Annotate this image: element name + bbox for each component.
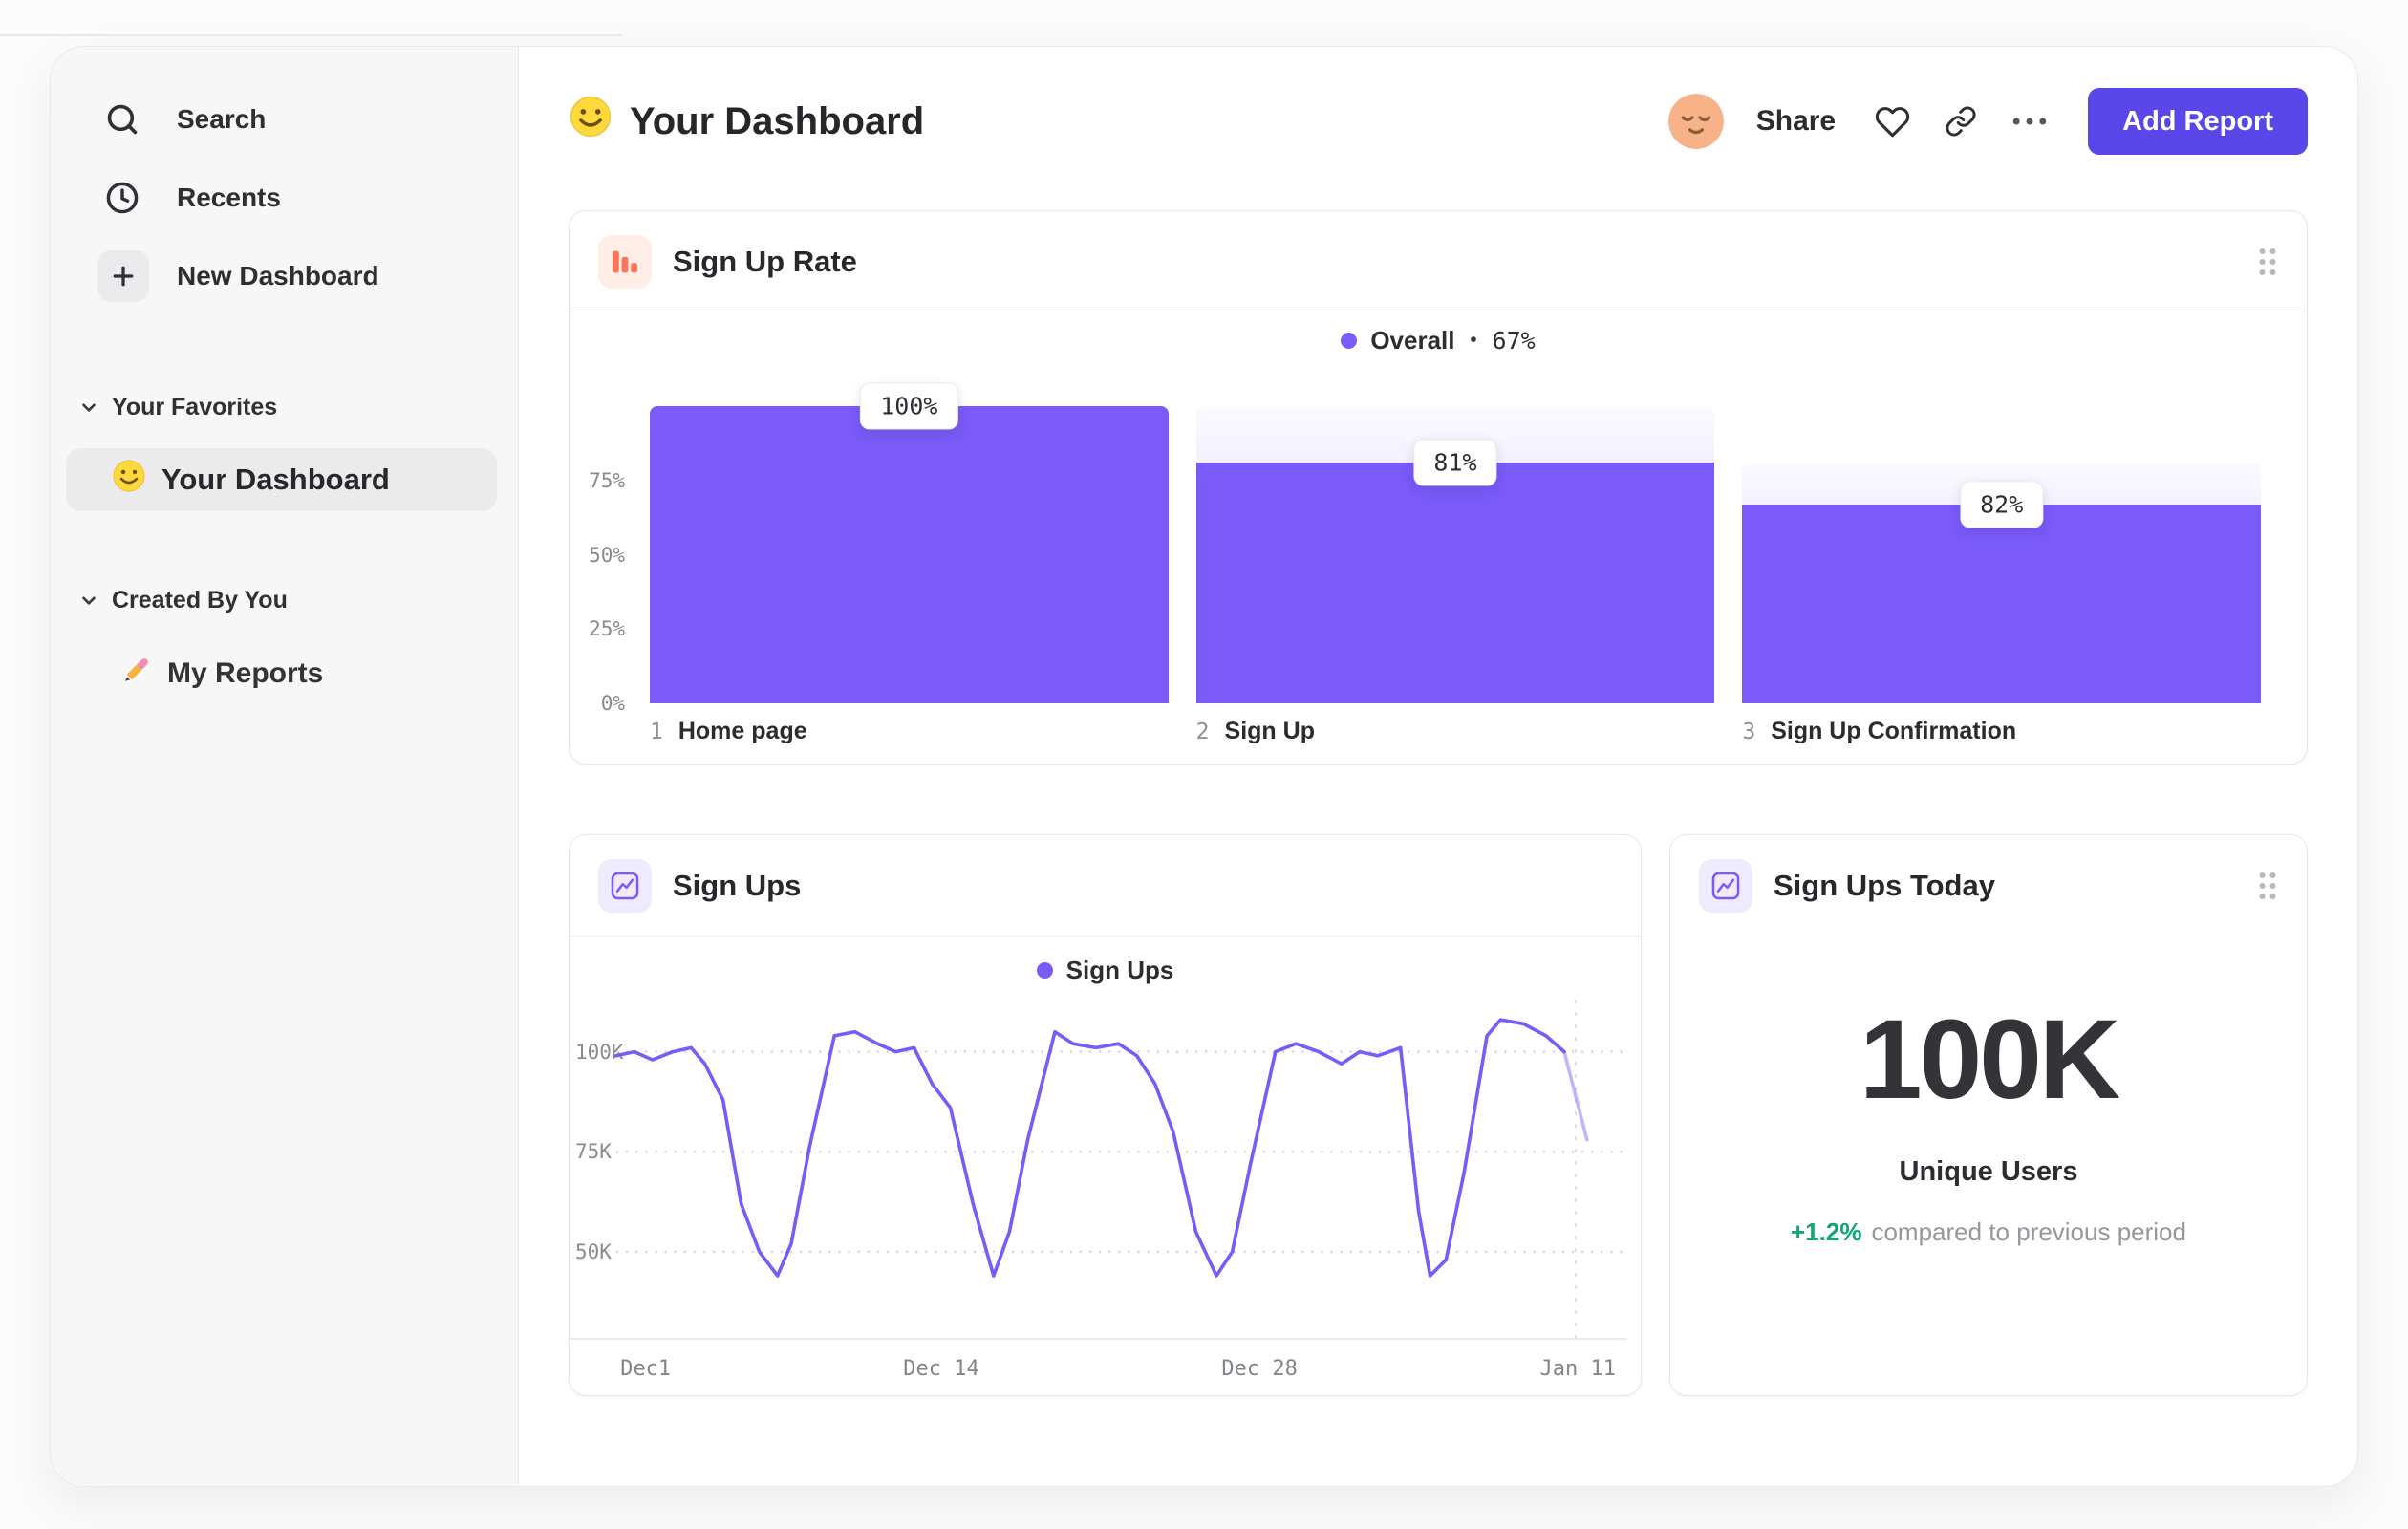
card-title: Sign Ups Today — [1774, 869, 1995, 902]
avatar[interactable] — [1667, 94, 1724, 149]
line-legend[interactable]: Sign Ups — [570, 956, 1641, 985]
funnel-columns: 100% 81% 82% — [650, 382, 2262, 703]
big-number-value: 100K — [1859, 997, 2120, 1123]
conversion-badge: 82% — [1960, 481, 2044, 528]
funnel-step-label: 3 Sign Up Confirmation — [1742, 718, 2017, 744]
line-chart-icon — [598, 858, 652, 913]
smiley-emoji-icon — [112, 459, 146, 501]
card-sign-up-rate: Sign Up Rate Overall • 67% 75% 50% 25% 0% 1… — [569, 210, 2308, 764]
card-sign-ups-today: Sign Ups Today 100K Unique Users +1.2% co… — [1669, 834, 2308, 1396]
funnel-legend[interactable]: Overall • 67% — [570, 326, 2307, 355]
section-header-created-by-you[interactable]: Created By You — [51, 584, 518, 616]
legend-value: 67% — [1492, 327, 1536, 355]
y-axis-tick: 75% — [589, 468, 625, 492]
sidebar-item-label: Your Dashboard — [161, 463, 390, 496]
big-number-delta: +1.2% compared to previous period — [1670, 1217, 2307, 1247]
search-icon — [104, 101, 140, 138]
plus-icon — [97, 250, 149, 302]
more-options-icon[interactable] — [2011, 103, 2048, 140]
card-title: Sign Up Rate — [673, 244, 857, 278]
legend-series: Overall — [1370, 326, 1455, 355]
funnel-bar[interactable]: 81% — [1195, 406, 1715, 703]
card-sign-ups: Sign Ups Sign Ups 100K 75K 50K Dec1 Dec 14 D… — [569, 834, 1642, 1396]
x-axis-tick: Dec1 — [620, 1357, 672, 1381]
line-chart-area: 100K 75K 50K Dec1 Dec 14 Dec 28 Jan 11 — [570, 996, 1627, 1382]
window-edge-line — [0, 34, 621, 36]
x-axis-tick: Dec 14 — [903, 1357, 979, 1381]
sidebar-item-label: Search — [177, 104, 267, 134]
funnel-step-label: 1 Home page — [650, 718, 807, 744]
pencil-emoji-icon — [119, 654, 152, 694]
sidebar-item-recents[interactable]: Recents — [51, 171, 518, 225]
sidebar-item-your-dashboard[interactable]: Your Dashboard — [66, 448, 497, 511]
section-your-favorites: Your Favorites Your Dashboard — [51, 391, 518, 511]
delta-note: compared to previous period — [1871, 1217, 2186, 1246]
sidebar-item-new-dashboard[interactable]: New Dashboard — [51, 249, 518, 303]
line-chart-icon — [1699, 859, 1752, 913]
add-report-button[interactable]: Add Report — [2088, 88, 2308, 155]
legend-dot — [1036, 962, 1053, 979]
chevron-down-icon — [77, 396, 100, 419]
heart-icon[interactable] — [1874, 103, 1910, 140]
line-plot[interactable]: 100K 75K 50K — [570, 996, 1627, 1340]
drag-handle-icon[interactable] — [2257, 871, 2278, 901]
y-axis-tick: 50% — [589, 543, 625, 567]
smiley-emoji-icon — [569, 95, 613, 148]
sidebar-item-label: Recents — [177, 183, 281, 212]
app-window: Search Recents New Dashboard Your Favori… — [50, 46, 2358, 1487]
y-axis-tick: 25% — [589, 617, 625, 641]
legend-series: Sign Ups — [1065, 956, 1174, 984]
drag-handle-icon[interactable] — [2257, 247, 2278, 277]
x-axis-tick: Dec 28 — [1221, 1357, 1298, 1381]
line-x-labels: Dec1 Dec 14 Dec 28 Jan 11 — [570, 1351, 1627, 1382]
cards-row: Sign Ups Sign Ups 100K 75K 50K Dec1 Dec 14 D… — [569, 834, 2308, 1396]
legend-dot — [1341, 333, 1358, 349]
section-label: Created By You — [112, 586, 288, 614]
share-button[interactable]: Share — [1756, 105, 1836, 138]
card-header: Sign Up Rate — [570, 211, 2307, 312]
sidebar-item-label: My Reports — [167, 657, 324, 689]
y-axis-tick: 0% — [600, 692, 625, 715]
dashboard-header: Your Dashboard Share Add Report — [569, 87, 2308, 156]
sidebar: Search Recents New Dashboard Your Favori… — [51, 47, 519, 1486]
funnel-step-label: 2 Sign Up — [1195, 718, 1315, 744]
funnel-bar[interactable]: 82% — [1742, 406, 2262, 703]
conversion-badge: 81% — [1413, 439, 1497, 486]
header-controls: Share Add Report — [1667, 88, 2308, 155]
main-content: Your Dashboard Share Add Report Sign Up … — [519, 47, 2357, 1486]
delta-percent: +1.2% — [1791, 1217, 1862, 1246]
section-header-your-favorites[interactable]: Your Favorites — [51, 391, 518, 423]
funnel-chart-icon — [598, 234, 652, 289]
big-number-label: Unique Users — [1899, 1156, 2078, 1187]
legend-separator: • — [1470, 330, 1477, 351]
page-title: Your Dashboard — [569, 95, 924, 148]
funnel-bar[interactable]: 100% — [650, 382, 1169, 703]
x-axis-tick: Jan 11 — [1539, 1357, 1617, 1381]
card-header: Sign Ups Today — [1670, 835, 2307, 937]
card-header: Sign Ups — [570, 835, 1641, 937]
sidebar-item-my-reports[interactable]: My Reports — [66, 651, 497, 697]
link-icon[interactable] — [1943, 103, 1979, 140]
sidebar-item-label: New Dashboard — [177, 261, 379, 291]
chevron-down-icon — [77, 589, 100, 612]
sidebar-item-search[interactable]: Search — [51, 93, 518, 146]
conversion-badge: 100% — [860, 382, 958, 430]
clock-icon — [104, 180, 140, 216]
section-created-by-you: Created By You My Reports — [51, 584, 518, 697]
card-title: Sign Ups — [673, 868, 802, 902]
funnel-x-labels: 1 Home page 2 Sign Up 3 Sign Up Confirmation — [650, 718, 2261, 745]
section-label: Your Favorites — [112, 393, 278, 420]
funnel-y-axis: 75% 50% 25% 0% — [570, 406, 625, 715]
